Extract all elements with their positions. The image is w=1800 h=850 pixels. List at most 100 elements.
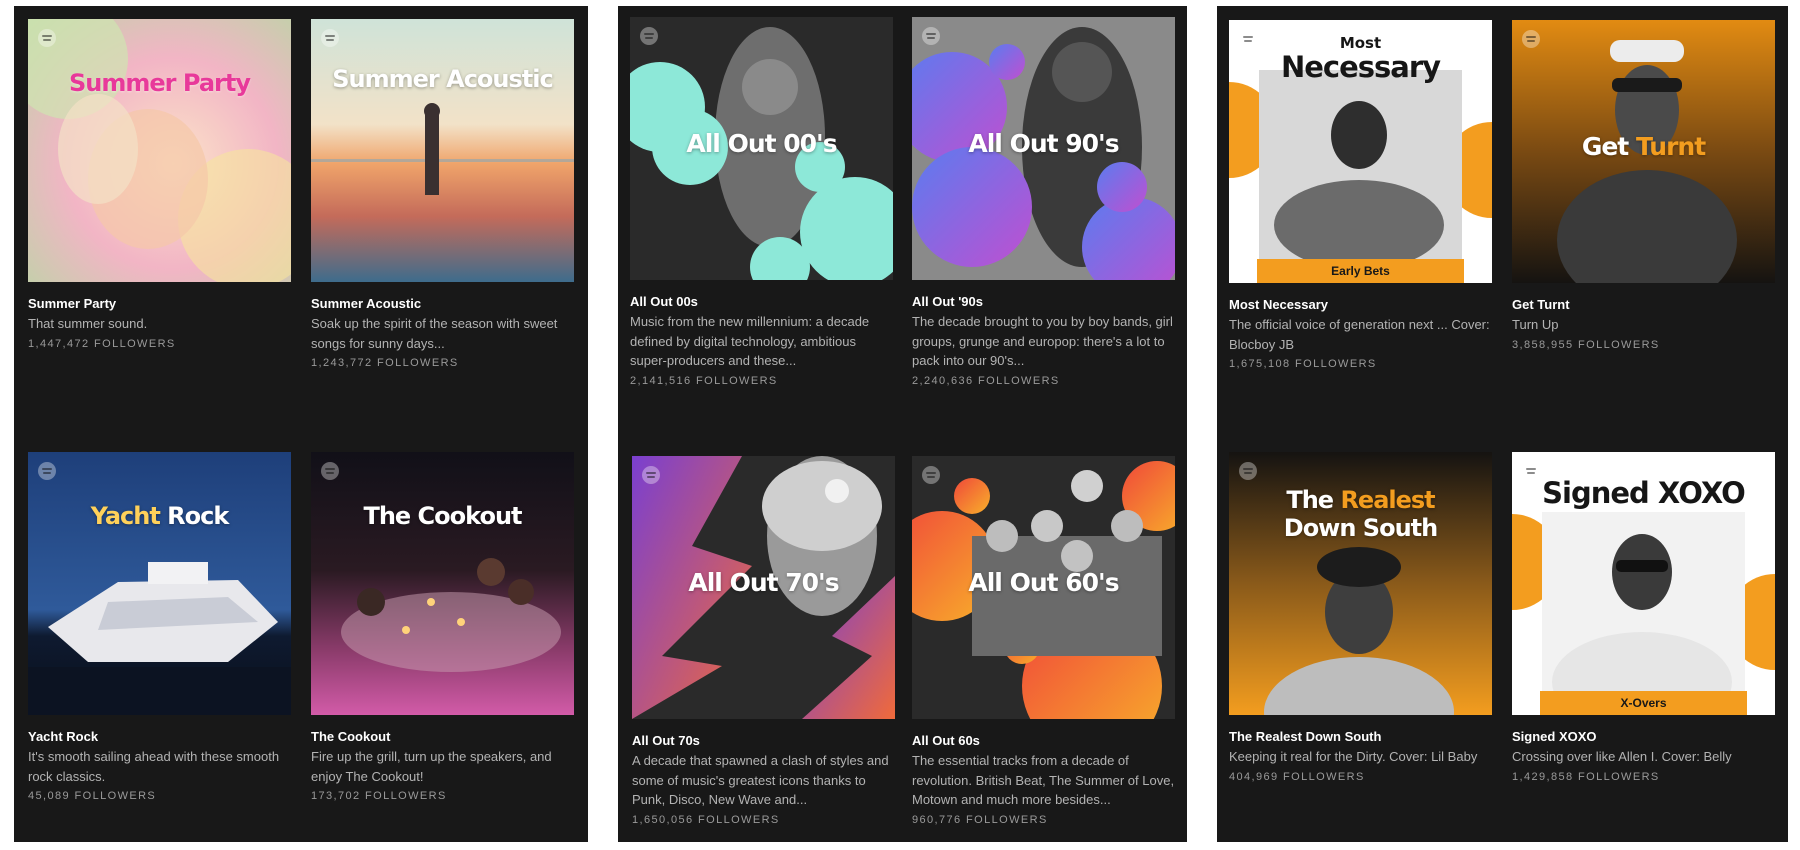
- playlist-description: It's smooth sailing ahead with these smo…: [28, 749, 280, 784]
- playlist-description: A decade that spawned a clash of styles …: [632, 753, 889, 807]
- playlist-card-the-realest-down-south[interactable]: The Realest Down South The Realest Down …: [1229, 452, 1492, 785]
- playlist-panel-summer: Summer Party Summer Party That summer so…: [14, 6, 588, 842]
- cover-title-part: Realest: [1340, 486, 1435, 514]
- cover-title: Summer Party: [69, 69, 251, 97]
- spotify-logo-icon: [642, 466, 660, 484]
- playlist-card-most-necessary[interactable]: Most Necessary Early Bets Most Necessary…: [1229, 20, 1492, 372]
- cover-title: All Out 00's: [686, 129, 837, 158]
- playlist-title[interactable]: All Out 70s: [632, 732, 895, 749]
- cover-label: Early Bets: [1257, 259, 1464, 283]
- followers-count: 1,650,056 FOLLOWERS: [632, 813, 780, 826]
- cover-art-summer-party: [28, 19, 291, 282]
- cover-summer-acoustic[interactable]: Summer Acoustic: [311, 19, 574, 282]
- cover-most-necessary[interactable]: Most Necessary Early Bets: [1229, 20, 1492, 283]
- playlist-description: Crossing over like Allen I. Cover: Belly: [1512, 749, 1732, 764]
- spotify-logo-icon: [922, 466, 940, 484]
- playlist-title[interactable]: Most Necessary: [1229, 296, 1492, 313]
- spotify-logo-icon: [1239, 462, 1257, 480]
- cover-title: All Out 70's: [688, 568, 839, 597]
- playlist-card-yacht-rock[interactable]: Yacht Rock Yacht Rock It's smooth sailin…: [28, 452, 291, 804]
- playlist-description: The decade brought to you by boy bands, …: [912, 314, 1173, 368]
- cover-title: Summer Acoustic: [332, 65, 553, 93]
- playlist-card-all-out-90s[interactable]: All Out 90's All Out '90s The decade bro…: [912, 17, 1175, 389]
- cover-art-the-cookout: [311, 452, 574, 715]
- cover-title: All Out 60's: [968, 568, 1119, 597]
- playlist-description: That summer sound.: [28, 316, 148, 331]
- cover-title-part: The: [1286, 486, 1334, 514]
- playlist-description: Turn Up: [1512, 317, 1559, 332]
- spotify-logo-icon: [38, 462, 56, 480]
- playlist-panel-all-out: All Out 00's All Out 00s Music from the …: [618, 6, 1187, 842]
- cover-title: The Realest Down South: [1229, 486, 1492, 542]
- playlist-description: Soak up the spirit of the season with sw…: [311, 316, 558, 351]
- cover-all-out-70s[interactable]: All Out 70's: [632, 456, 895, 719]
- cover-signed-xoxo[interactable]: Signed XOXO X-Overs: [1512, 452, 1775, 715]
- playlist-title[interactable]: All Out '90s: [912, 293, 1175, 310]
- cover-title: Most Necessary: [1229, 34, 1492, 82]
- cover-all-out-60s[interactable]: All Out 60's: [912, 456, 1175, 719]
- cover-title-part: Down South: [1283, 514, 1438, 542]
- followers-count: 404,969 FOLLOWERS: [1229, 770, 1365, 783]
- cover-title-part: Turnt: [1635, 132, 1706, 161]
- followers-count: 1,429,858 FOLLOWERS: [1512, 770, 1660, 783]
- playlist-description: The essential tracks from a decade of re…: [912, 753, 1175, 807]
- playlist-title[interactable]: Get Turnt: [1512, 296, 1775, 313]
- spotify-logo-icon: [1239, 30, 1257, 48]
- spotify-logo-icon: [1522, 30, 1540, 48]
- spotify-logo-icon: [321, 462, 339, 480]
- spotify-logo-icon: [1522, 462, 1540, 480]
- cover-title: Yacht Rock: [28, 502, 291, 530]
- playlist-card-summer-acoustic[interactable]: Summer Acoustic Summer Acoustic Soak up …: [311, 19, 574, 371]
- playlist-card-get-turnt[interactable]: Get Turnt Get Turnt Turn Up 3,858,955 FO…: [1512, 20, 1775, 353]
- cover-label: X-Overs: [1540, 691, 1747, 715]
- cover-yacht-rock[interactable]: Yacht Rock: [28, 452, 291, 715]
- cover-art-yacht-rock: [28, 452, 291, 715]
- cover-title: Signed XOXO: [1542, 476, 1746, 510]
- cover-title-large: Necessary: [1280, 50, 1441, 84]
- cover-title: All Out 90's: [968, 129, 1119, 158]
- playlist-title[interactable]: Summer Acoustic: [311, 295, 574, 312]
- playlist-card-the-cookout[interactable]: The Cookout The Cookout Fire up the gril…: [311, 452, 574, 804]
- playlist-card-signed-xoxo[interactable]: Signed XOXO X-Overs Signed XOXO Crossing…: [1512, 452, 1775, 785]
- spotify-logo-icon: [321, 29, 339, 47]
- cover-title-part: Rock: [167, 502, 229, 530]
- cover-all-out-00s[interactable]: All Out 00's: [630, 17, 893, 280]
- playlist-title[interactable]: All Out 00s: [630, 293, 893, 310]
- playlist-card-all-out-70s[interactable]: All Out 70's All Out 70s A decade that s…: [632, 456, 895, 828]
- playlist-description: Music from the new millennium: a decade …: [630, 314, 870, 368]
- playlist-title[interactable]: The Cookout: [311, 728, 574, 745]
- playlist-card-summer-party[interactable]: Summer Party Summer Party That summer so…: [28, 19, 291, 352]
- playlist-title[interactable]: Yacht Rock: [28, 728, 291, 745]
- followers-count: 1,243,772 FOLLOWERS: [311, 357, 459, 369]
- spotify-logo-icon: [922, 27, 940, 45]
- followers-count: 173,702 FOLLOWERS: [311, 790, 447, 802]
- cover-title: Get Turnt: [1512, 132, 1775, 161]
- cover-get-turnt[interactable]: Get Turnt: [1512, 20, 1775, 283]
- spotify-logo-icon: [38, 29, 56, 47]
- playlist-title[interactable]: Signed XOXO: [1512, 728, 1775, 745]
- playlist-title[interactable]: Summer Party: [28, 295, 291, 312]
- followers-count: 1,447,472 FOLLOWERS: [28, 337, 176, 350]
- playlist-description: Fire up the grill, turn up the speakers,…: [311, 749, 552, 784]
- cover-art-summer-acoustic: [311, 19, 574, 282]
- followers-count: 45,089 FOLLOWERS: [28, 790, 157, 802]
- spotify-logo-icon: [640, 27, 658, 45]
- playlist-title[interactable]: The Realest Down South: [1229, 728, 1492, 745]
- cover-all-out-90s[interactable]: All Out 90's: [912, 17, 1175, 280]
- cover-title-part: Get: [1581, 132, 1629, 161]
- cover-summer-party[interactable]: Summer Party: [28, 19, 291, 282]
- followers-count: 3,858,955 FOLLOWERS: [1512, 338, 1660, 351]
- followers-count: 1,675,108 FOLLOWERS: [1229, 358, 1377, 370]
- playlist-title[interactable]: All Out 60s: [912, 732, 1175, 749]
- cover-the-cookout[interactable]: The Cookout: [311, 452, 574, 715]
- cover-title-part: Yacht: [90, 502, 161, 530]
- cover-title: The Cookout: [363, 502, 522, 530]
- playlist-panel-hiphop: Most Necessary Early Bets Most Necessary…: [1217, 6, 1788, 842]
- playlist-card-all-out-00s[interactable]: All Out 00's All Out 00s Music from the …: [630, 17, 893, 389]
- playlist-description: Keeping it real for the Dirty. Cover: Li…: [1229, 749, 1478, 764]
- playlist-card-all-out-60s[interactable]: All Out 60's All Out 60s The essential t…: [912, 456, 1175, 828]
- followers-count: 960,776 FOLLOWERS: [912, 813, 1048, 826]
- playlist-description: The official voice of generation next ..…: [1229, 317, 1490, 352]
- followers-count: 2,240,636 FOLLOWERS: [912, 374, 1060, 387]
- cover-the-realest-down-south[interactable]: The Realest Down South: [1229, 452, 1492, 715]
